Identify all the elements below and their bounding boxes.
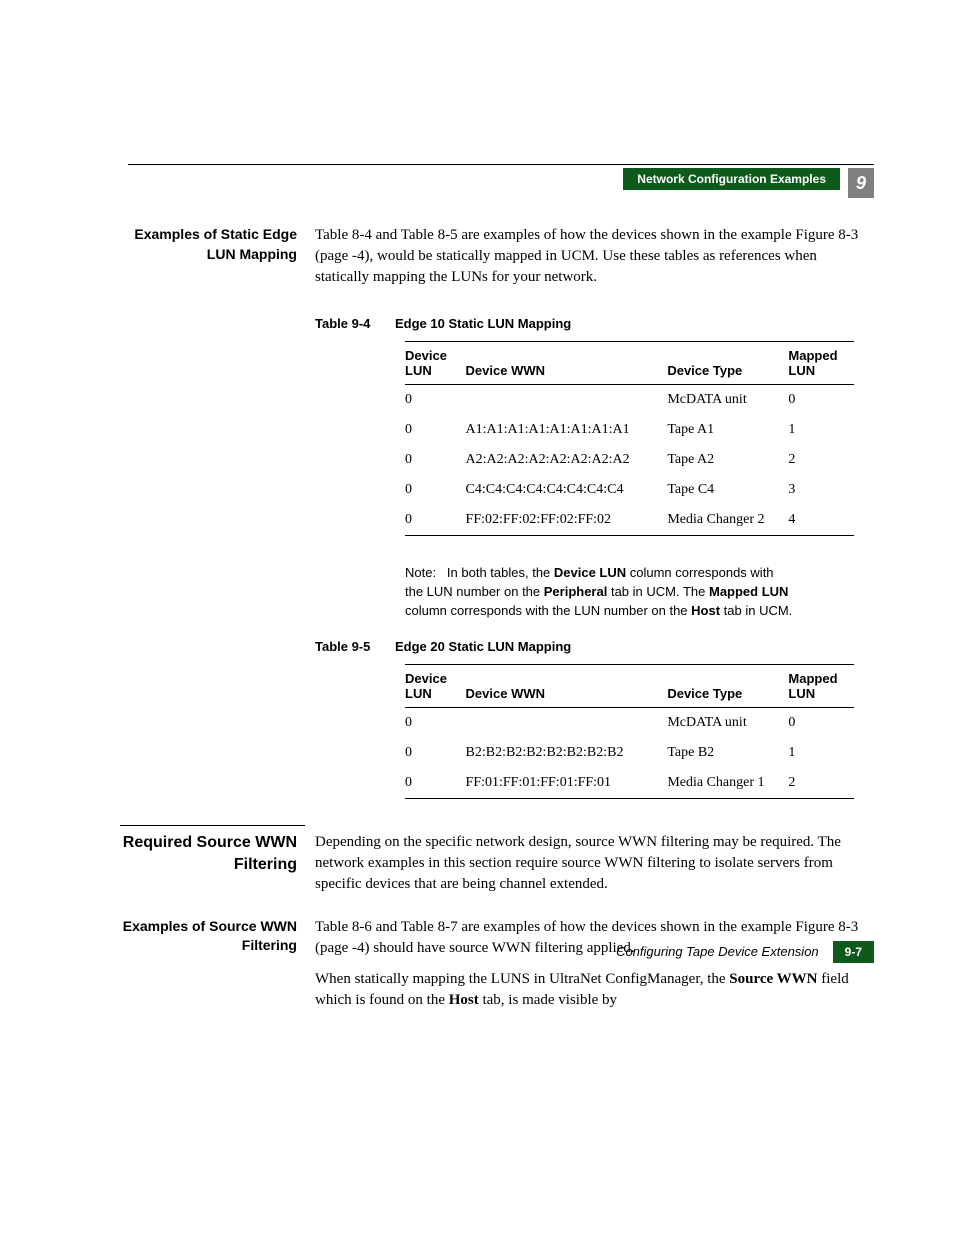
table-94-title: Edge 10 Static LUN Mapping xyxy=(395,316,571,331)
th-device-type-2: Device Type xyxy=(667,664,788,707)
cell-lun: 0 xyxy=(405,505,466,536)
cell-wwn: A2:A2:A2:A2:A2:A2:A2:A2 xyxy=(466,445,668,475)
th-mapped-lun-2: Mapped LUN xyxy=(788,664,854,707)
note-t5: tab in UCM. xyxy=(720,603,792,618)
cell-map: 0 xyxy=(788,707,854,738)
th-device-type: Device Type xyxy=(667,342,788,385)
note-b1: Device LUN xyxy=(554,565,626,580)
th-mapped-lun: Mapped LUN xyxy=(788,342,854,385)
cell-map: 4 xyxy=(788,505,854,536)
cell-map: 1 xyxy=(788,415,854,445)
cell-wwn xyxy=(466,707,668,738)
th-device-lun-2: Device LUN xyxy=(405,664,466,707)
cell-wwn: B2:B2:B2:B2:B2:B2:B2:B2 xyxy=(466,738,668,768)
heading-examples-wwn: Examples of Source WWN Filtering xyxy=(120,917,315,1021)
cell-type: Tape A1 xyxy=(667,415,788,445)
cell-type: McDATA unit xyxy=(667,707,788,738)
cell-type: Tape A2 xyxy=(667,445,788,475)
cell-lun: 0 xyxy=(405,738,466,768)
p2b2: Host xyxy=(449,992,479,1008)
p2d: tab, is made visible by xyxy=(479,992,617,1008)
note-b4: Host xyxy=(691,603,720,618)
cell-map: 2 xyxy=(788,445,854,475)
body-required-wwn: Depending on the specific network design… xyxy=(315,832,874,905)
cell-type: Media Changer 1 xyxy=(667,768,788,799)
cell-type: Tape C4 xyxy=(667,475,788,505)
cell-type: Media Changer 2 xyxy=(667,505,788,536)
cell-map: 2 xyxy=(788,768,854,799)
p2b1: Source WWN xyxy=(729,971,817,987)
cell-map: 1 xyxy=(788,738,854,768)
th-device-wwn-2: Device WWN xyxy=(466,664,668,707)
para-section2: Depending on the specific network design… xyxy=(315,832,874,895)
cell-lun: 0 xyxy=(405,445,466,475)
table-row: 0C4:C4:C4:C4:C4:C4:C4:C4Tape C43 xyxy=(405,475,854,505)
th-device-wwn: Device WWN xyxy=(466,342,668,385)
table-95-caption: Table 9-5 Edge 20 Static LUN Mapping xyxy=(315,639,874,654)
note-prefix: Note: xyxy=(405,565,436,580)
cell-lun: 0 xyxy=(405,707,466,738)
note-b2: Peripheral xyxy=(544,584,608,599)
table-94: Device LUN Device WWN Device Type Mapped… xyxy=(405,341,854,536)
heading-required-wwn: Required Source WWN Filtering xyxy=(120,832,315,905)
cell-map: 0 xyxy=(788,385,854,416)
th-device-lun: Device LUN xyxy=(405,342,466,385)
footer-page: 9-7 xyxy=(833,941,874,963)
cell-wwn: FF:01:FF:01:FF:01:FF:01 xyxy=(466,768,668,799)
cell-lun: 0 xyxy=(405,475,466,505)
table-row: 0A1:A1:A1:A1:A1:A1:A1:A1Tape A11 xyxy=(405,415,854,445)
footer-title: Configuring Tape Device Extension xyxy=(616,944,819,959)
chapter-number: 9 xyxy=(848,168,874,198)
footer: Configuring Tape Device Extension 9-7 xyxy=(616,941,874,963)
table-95-title: Edge 20 Static LUN Mapping xyxy=(395,639,571,654)
table-row: 0A2:A2:A2:A2:A2:A2:A2:A2Tape A22 xyxy=(405,445,854,475)
cell-wwn: A1:A1:A1:A1:A1:A1:A1:A1 xyxy=(466,415,668,445)
cell-lun: 0 xyxy=(405,768,466,799)
note-block: Note: In both tables, the Device LUN col… xyxy=(405,564,794,621)
note-t3: tab in UCM. The xyxy=(607,584,709,599)
table-95: Device LUN Device WWN Device Type Mapped… xyxy=(405,664,854,799)
cell-type: McDATA unit xyxy=(667,385,788,416)
table-row: 0McDATA unit0 xyxy=(405,385,854,416)
body-examples-wwn: Table 8-6 and Table 8-7 are examples of … xyxy=(315,917,874,1021)
cell-type: Tape B2 xyxy=(667,738,788,768)
para-section1: Table 8-4 and Table 8-5 are examples of … xyxy=(315,225,874,288)
table-row: 0FF:01:FF:01:FF:01:FF:01Media Changer 12 xyxy=(405,768,854,799)
table-94-label: Table 9-4 xyxy=(315,316,395,331)
table-row: 0B2:B2:B2:B2:B2:B2:B2:B2Tape B21 xyxy=(405,738,854,768)
para-section3-2: When statically mapping the LUNS in Ultr… xyxy=(315,969,874,1011)
header-banner: Network Configuration Examples xyxy=(623,168,840,190)
header-rule xyxy=(128,164,874,165)
cell-lun: 0 xyxy=(405,385,466,416)
table-row: 0FF:02:FF:02:FF:02:FF:02Media Changer 24 xyxy=(405,505,854,536)
cell-wwn xyxy=(466,385,668,416)
heading-static-edge-lun: Examples of Static Edge LUN Mapping xyxy=(120,225,315,298)
section-divider xyxy=(120,825,305,826)
p2a: When statically mapping the LUNS in Ultr… xyxy=(315,971,729,987)
cell-wwn: C4:C4:C4:C4:C4:C4:C4:C4 xyxy=(466,475,668,505)
note-b3: Mapped LUN xyxy=(709,584,788,599)
table-94-caption: Table 9-4 Edge 10 Static LUN Mapping xyxy=(315,316,874,331)
note-t1: In both tables, the xyxy=(447,565,554,580)
note-t4: column corresponds with the LUN number o… xyxy=(405,603,691,618)
cell-lun: 0 xyxy=(405,415,466,445)
cell-wwn: FF:02:FF:02:FF:02:FF:02 xyxy=(466,505,668,536)
cell-map: 3 xyxy=(788,475,854,505)
table-95-label: Table 9-5 xyxy=(315,639,395,654)
table-row: 0McDATA unit0 xyxy=(405,707,854,738)
body-static-edge-lun: Table 8-4 and Table 8-5 are examples of … xyxy=(315,225,874,298)
